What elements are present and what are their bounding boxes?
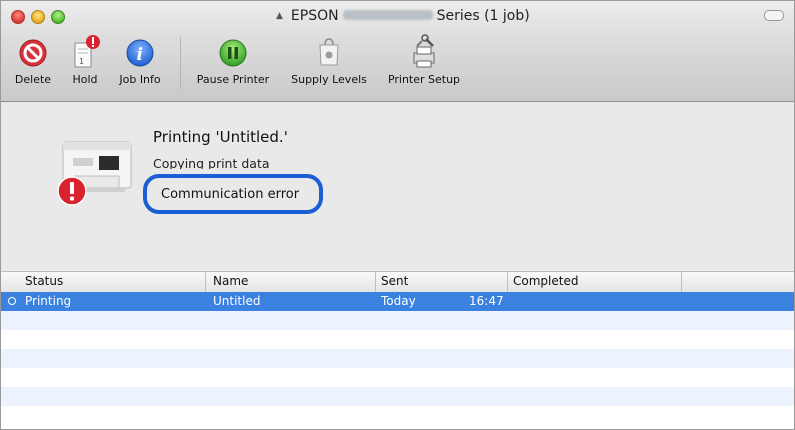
column-header-completed[interactable]: Completed: [513, 274, 578, 288]
close-window-button[interactable]: [11, 10, 25, 24]
hold-label: Hold: [72, 73, 98, 86]
job-list: Printing Untitled Today 16:47: [1, 292, 794, 429]
row-sent-day: Today: [381, 294, 416, 308]
empty-row: [1, 311, 794, 330]
empty-row: [1, 387, 794, 406]
print-queue-window: ▲ EPSON Series (1 job) Delete 1 Hold i J…: [0, 0, 795, 430]
empty-row: [1, 368, 794, 387]
job-title: Printing 'Untitled.': [153, 128, 288, 146]
pause-icon: [217, 33, 249, 71]
zoom-window-button[interactable]: [51, 10, 65, 24]
printer-setup-label: Printer Setup: [387, 73, 461, 86]
delete-icon: [17, 33, 49, 71]
column-header-sent[interactable]: Sent: [381, 274, 408, 288]
error-highlight-ring: [143, 174, 323, 214]
redacted-model: [342, 10, 433, 20]
printer-setup-button[interactable]: Printer Setup: [381, 33, 467, 86]
delete-button[interactable]: Delete: [13, 33, 53, 86]
progress-spinner-icon: [8, 297, 16, 305]
supply-levels-button[interactable]: Supply Levels: [287, 33, 371, 86]
toolbar-separator: [180, 37, 181, 89]
row-status: Printing: [25, 294, 72, 308]
pause-printer-label: Pause Printer: [196, 73, 270, 86]
column-divider[interactable]: [681, 272, 682, 292]
svg-text:i: i: [137, 45, 143, 65]
job-progress-text: Copying print data: [153, 156, 270, 169]
pause-printer-button[interactable]: Pause Printer: [193, 33, 273, 86]
printer-setup-icon: [408, 33, 440, 71]
toolbar-toggle-button[interactable]: [764, 10, 784, 21]
supply-bag-icon: [313, 33, 345, 71]
job-info-button[interactable]: i Job Info: [113, 33, 167, 86]
job-info-label: Job Info: [119, 73, 161, 86]
empty-row: [1, 349, 794, 368]
column-header-name[interactable]: Name: [213, 274, 248, 288]
column-divider[interactable]: [205, 272, 206, 292]
column-header-status[interactable]: Status: [25, 274, 63, 288]
minimize-window-button[interactable]: [31, 10, 45, 24]
error-alert-icon: [57, 176, 87, 206]
info-icon: i: [124, 33, 156, 71]
row-sent-time: 16:47: [469, 294, 504, 308]
job-table-header: Status Name Sent Completed: [1, 271, 794, 293]
job-status-panel: Printing 'Untitled.' Copying print data …: [1, 102, 794, 270]
svg-text:1: 1: [79, 57, 84, 66]
empty-row: [1, 406, 794, 425]
hold-icon: 1: [69, 33, 101, 71]
title-suffix: Series (1 job): [436, 8, 530, 24]
title-prefix: EPSON: [290, 8, 339, 24]
empty-row: [1, 330, 794, 349]
column-divider[interactable]: [507, 272, 508, 292]
delete-label: Delete: [14, 73, 52, 86]
titlebar: ▲ EPSON Series (1 job) Delete 1 Hold i J…: [1, 1, 794, 102]
row-name: Untitled: [213, 294, 261, 308]
table-row[interactable]: Printing Untitled Today 16:47: [1, 292, 794, 311]
printer-proxy-icon: ▲: [276, 11, 283, 21]
window-title: ▲ EPSON Series (1 job): [276, 8, 530, 24]
column-divider[interactable]: [375, 272, 376, 292]
hold-button[interactable]: 1 Hold: [67, 33, 103, 86]
supply-levels-label: Supply Levels: [291, 73, 367, 86]
